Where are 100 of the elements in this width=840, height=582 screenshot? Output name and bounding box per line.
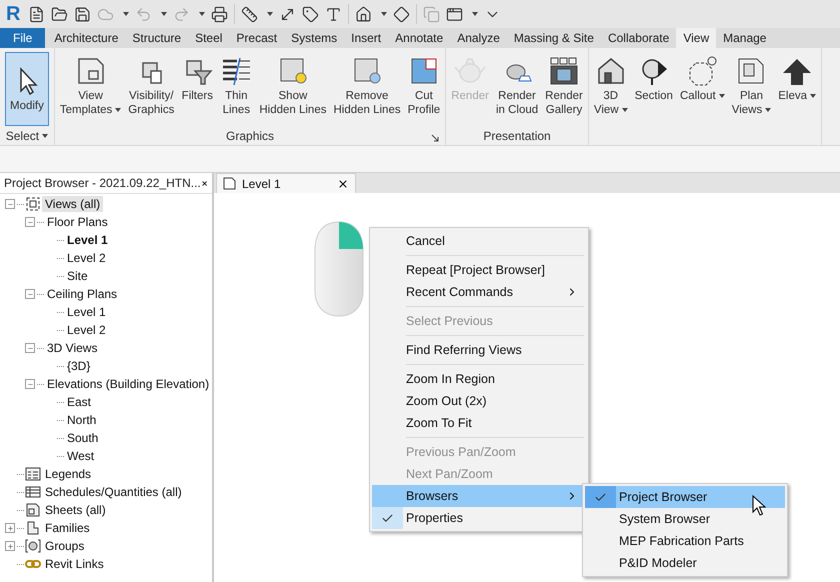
ribbon-button[interactable]: Callout xyxy=(676,52,728,126)
ribbon-tab[interactable]: Annotate xyxy=(388,28,450,48)
dropdown-caret-icon[interactable] xyxy=(199,12,205,16)
expand-toggle-icon[interactable] xyxy=(5,523,15,533)
legend-icon xyxy=(25,466,41,482)
panel-title[interactable]: Select xyxy=(6,128,48,142)
ribbon-tab[interactable]: Analyze xyxy=(450,28,507,48)
ribbon-button[interactable]: Eleva xyxy=(775,52,819,126)
tree-item[interactable]: Level 1 xyxy=(64,232,111,248)
menu-item[interactable]: Recent Commands xyxy=(372,281,586,303)
dialog-launcher-icon[interactable] xyxy=(431,134,440,142)
tree-item[interactable]: Revit Links xyxy=(42,556,107,572)
house-icon[interactable] xyxy=(355,6,372,22)
ribbon-tab[interactable]: Collaborate xyxy=(600,28,676,48)
file-menu-tab[interactable]: File xyxy=(0,28,46,48)
tree-item[interactable]: Sheets (all) xyxy=(42,502,109,518)
menu-item[interactable]: Zoom In Region xyxy=(372,368,586,390)
tree-item[interactable]: {3D} xyxy=(64,358,94,374)
ribbon-tab[interactable]: Structure xyxy=(125,28,188,48)
document-tab[interactable]: Level 1 xyxy=(216,173,356,193)
menu-item[interactable]: P&ID Modeler xyxy=(585,552,785,574)
floor-plan-icon xyxy=(223,177,236,190)
ribbon-tab[interactable]: Massing & Site xyxy=(506,28,601,48)
app-logo[interactable]: R xyxy=(6,4,22,24)
menu-item[interactable]: MEP Fabrication Parts xyxy=(585,530,785,552)
dropdown-caret-icon[interactable] xyxy=(267,12,273,16)
collapse-toggle-icon[interactable] xyxy=(25,343,35,353)
tree-item[interactable]: Level 2 xyxy=(64,322,109,338)
panel-title: Project Browser - 2021.09.22_HTN... xyxy=(4,176,201,190)
ribbon-tab[interactable]: Architecture xyxy=(47,28,126,48)
ribbon-button[interactable]: Section xyxy=(632,52,676,126)
ribbon-tab[interactable]: Precast xyxy=(229,28,284,48)
menu-item[interactable]: Cancel xyxy=(372,230,586,252)
tree-item[interactable]: Elevations (Building Elevation) xyxy=(44,376,212,392)
ribbon-button[interactable]: 3D View xyxy=(590,52,631,126)
ribbon-button[interactable]: Cut Profile xyxy=(404,52,444,126)
check-icon xyxy=(594,490,607,504)
tree-item[interactable]: Floor Plans xyxy=(44,214,111,230)
tree-item[interactable]: 3D Views xyxy=(44,340,100,356)
ribbon-button[interactable]: Remove Hidden Lines xyxy=(330,52,404,126)
expand-toggle-icon[interactable] xyxy=(5,541,15,551)
tag-icon[interactable] xyxy=(302,6,319,22)
panel-title: Presentation xyxy=(483,128,551,142)
tree-item[interactable]: Site xyxy=(64,268,91,284)
tree-item[interactable]: Legends xyxy=(42,466,94,482)
ribbon-button[interactable]: Render Gallery xyxy=(542,52,586,126)
dropdown-caret-icon[interactable] xyxy=(123,12,129,16)
tree-item[interactable]: Level 1 xyxy=(64,304,109,320)
ribbon-button[interactable]: Visibility/ Graphics xyxy=(125,52,178,126)
tree-item[interactable]: Groups xyxy=(42,538,88,554)
text-icon[interactable] xyxy=(325,6,342,22)
dropdown-caret-icon[interactable] xyxy=(381,12,387,16)
check-icon xyxy=(381,512,394,524)
ribbon-button[interactable]: Plan Views xyxy=(728,52,774,126)
ribbon-button[interactable]: Show Hidden Lines xyxy=(256,52,330,126)
tree-item[interactable]: West xyxy=(64,448,98,464)
save-icon[interactable] xyxy=(74,6,91,22)
menu-item[interactable]: Repeat [Project Browser] xyxy=(372,259,586,281)
tree-item[interactable]: South xyxy=(64,430,102,446)
views-icon xyxy=(25,196,41,212)
ribbon-button[interactable]: Filters xyxy=(178,52,216,126)
group-icon xyxy=(25,538,41,554)
ribbon-tab[interactable]: View xyxy=(676,28,716,48)
ribbon-button[interactable]: Modify xyxy=(5,52,49,126)
menu-item[interactable]: Properties xyxy=(372,507,586,529)
document-icon[interactable] xyxy=(28,6,45,22)
ribbon-button[interactable]: Render in Cloud xyxy=(492,52,542,126)
tree-item[interactable]: Ceiling Plans xyxy=(44,286,120,302)
ribbon-tab[interactable]: Insert xyxy=(344,28,388,48)
menu-item[interactable]: Zoom Out (2x) xyxy=(372,390,586,412)
ribbon-button[interactable]: Thin Lines xyxy=(217,52,256,126)
print-icon[interactable] xyxy=(211,6,228,22)
tree-item[interactable]: Level 2 xyxy=(64,250,109,266)
tree-item[interactable]: East xyxy=(64,394,94,410)
tree-item[interactable]: Schedules/Quantities (all) xyxy=(42,484,185,500)
window-icon[interactable] xyxy=(446,6,463,22)
ribbon-tab[interactable]: Steel xyxy=(188,28,230,48)
tree-item[interactable]: North xyxy=(64,412,100,428)
menu-item[interactable]: Zoom To Fit xyxy=(372,412,586,434)
open-folder-icon[interactable] xyxy=(51,6,68,22)
ribbon-button[interactable]: View Templates xyxy=(56,52,124,126)
menu-item[interactable]: Find Referring Views xyxy=(372,339,586,361)
sheet-icon xyxy=(25,502,41,518)
close-icon[interactable] xyxy=(337,178,349,190)
collapse-toggle-icon[interactable] xyxy=(25,217,35,227)
tree-item[interactable]: Views (all) xyxy=(42,196,104,212)
dropdown-caret-icon[interactable] xyxy=(472,12,478,16)
gallery-icon xyxy=(548,55,580,87)
diamond-icon[interactable] xyxy=(393,6,410,22)
menu-item[interactable]: Project Browser xyxy=(585,486,785,508)
menu-item[interactable]: System Browser xyxy=(585,508,785,530)
collapse-toggle-icon[interactable] xyxy=(25,379,35,389)
lines-icon xyxy=(220,55,252,87)
ribbon-tab[interactable]: Systems xyxy=(284,28,344,48)
dropdown-caret-icon[interactable] xyxy=(161,12,167,16)
collapse-toggle-icon[interactable] xyxy=(25,289,35,299)
collapse-toggle-icon[interactable] xyxy=(5,199,15,209)
ribbon-tab[interactable]: Manage xyxy=(716,28,774,48)
tree-item[interactable]: Families xyxy=(42,520,93,536)
ruler-icon[interactable] xyxy=(241,6,258,22)
